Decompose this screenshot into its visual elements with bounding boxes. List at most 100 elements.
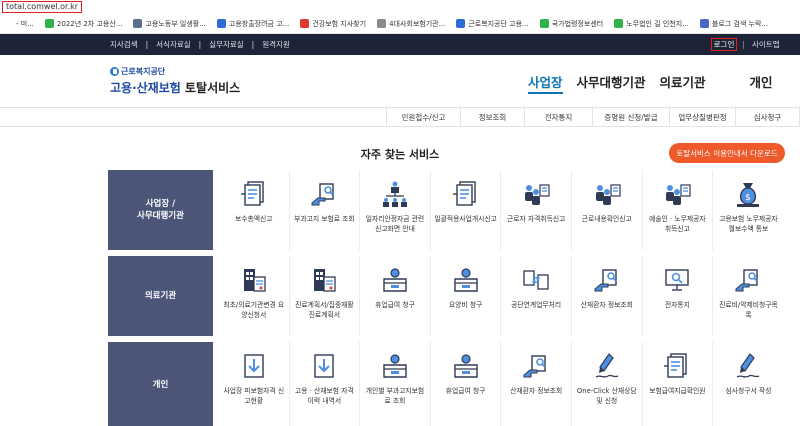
hand-search-icon xyxy=(733,265,763,295)
bookmark-label: 고용노동부 일생활... xyxy=(145,19,206,28)
service-item[interactable]: 보험급여지급확인원 xyxy=(643,342,714,426)
bookmark-label: 노무법인 길 인천지... xyxy=(626,19,689,28)
coin-box-icon xyxy=(451,265,481,295)
service-label: 일자리안정자금 관련 신고화면 안내 xyxy=(365,215,425,233)
service-item[interactable]: 최초/의료기관변경 요양신청서 xyxy=(219,256,290,336)
document-exchange-icon xyxy=(521,265,551,295)
bookmark-favicon-icon xyxy=(44,19,54,28)
bookmark-item[interactable]: 근로복지공단 고용... xyxy=(456,19,529,29)
bookmark-label: 근로복지공단 고용... xyxy=(468,19,529,28)
divider: | xyxy=(198,40,202,49)
bookmarks-bar: - 미... 2022년 2차 고용산... 고용노동부 일생활... 고용창출장려금… xyxy=(0,14,800,34)
service-item[interactable]: $ 고용보험 노무제공자 월보수액 통보 xyxy=(713,170,784,250)
bookmark-item[interactable]: 노무법인 길 인천지... xyxy=(614,19,689,29)
service-item[interactable]: 예술인 · 노무제공자 취득신고 xyxy=(643,170,714,250)
utility-link[interactable]: 실무자료실 xyxy=(209,39,244,50)
bookmark-favicon-icon xyxy=(300,19,310,28)
bookmark-label: 2022년 2차 고용산... xyxy=(56,19,123,28)
submenu-e-notice[interactable]: 전자통지 xyxy=(524,108,592,127)
service-label: 공단연계업무처리 xyxy=(511,301,562,309)
submenu-review-request[interactable]: 심사청구 xyxy=(735,108,800,127)
download-document-icon xyxy=(309,351,339,381)
utility-link[interactable]: 지사검색 xyxy=(110,39,138,50)
document-list-icon xyxy=(662,351,692,381)
coin-box-icon xyxy=(380,265,410,295)
service-item[interactable]: 사업장 피보험자격 신고현황 xyxy=(219,342,290,426)
guide-download-button[interactable]: 토탈서비스 이용안내서 다운로드 xyxy=(669,143,785,163)
service-item[interactable]: 부과고지 보험료 조회 xyxy=(290,170,361,250)
service-label: 산재환자 정보조회 xyxy=(580,301,633,309)
service-item[interactable]: 휴업급여 청구 xyxy=(431,342,502,426)
submenu-civil-petition[interactable]: 민원접수/신고 xyxy=(386,108,460,127)
building-form-icon xyxy=(239,265,269,295)
service-item[interactable]: 심사청구서 작성 xyxy=(713,342,784,426)
tab-medical[interactable]: 의료기관 xyxy=(660,72,706,94)
bookmark-item[interactable]: 블로그 검색 누락... xyxy=(699,19,769,29)
browser-address-bar[interactable]: total.comwel.or.kr xyxy=(0,0,800,14)
service-item[interactable]: 일괄적용사업개시신고 xyxy=(431,170,502,250)
service-item[interactable]: 진료비/약제비청구목록 xyxy=(713,256,784,336)
service-label: 진료비/약제비청구목록 xyxy=(719,301,778,319)
utility-link[interactable]: 서식자료실 xyxy=(156,39,191,50)
service-label: 일괄적용사업개시신고 xyxy=(434,215,497,223)
hand-search-icon xyxy=(592,265,622,295)
bookmark-item[interactable]: 4대사회보험기관... xyxy=(377,19,445,29)
service-label: 부과고지 보험료 조회 xyxy=(294,215,355,223)
service-label: 최초/의료기관변경 요양신청서 xyxy=(223,301,285,319)
bookmark-item[interactable]: 국가법령정보센터 xyxy=(539,19,604,29)
service-item[interactable]: 산재환자 정보조회 xyxy=(572,256,643,336)
organization-chart-icon xyxy=(380,179,410,209)
service-item[interactable]: 공단연계업무처리 xyxy=(501,256,572,336)
login-button[interactable]: 로그인 xyxy=(711,38,737,51)
tab-individual[interactable]: 개인 xyxy=(750,72,773,94)
sitemap-link[interactable]: 사이트맵 xyxy=(752,39,780,50)
service-item[interactable]: 근로자 자격취득신고 xyxy=(501,170,572,250)
service-label: 요양비 청구 xyxy=(448,301,483,309)
bookmark-item[interactable]: 2022년 2차 고용산... xyxy=(44,19,123,29)
service-label: 개인별 부과고지보험료 조회 xyxy=(365,387,425,405)
service-item[interactable]: One-Click 산재상담 및 신청 xyxy=(572,342,643,426)
bookmark-item[interactable]: 고용노동부 일생활... xyxy=(133,19,206,29)
service-label: 전자통지 xyxy=(664,301,690,309)
bookmark-favicon-icon xyxy=(216,19,226,28)
service-item[interactable]: 요양비 청구 xyxy=(431,256,502,336)
divider: | xyxy=(145,40,149,49)
service-item[interactable]: 고용 · 산재보험 자격 이력 내역서 xyxy=(290,342,361,426)
service-item[interactable]: 휴업급여 청구 xyxy=(360,256,431,336)
people-register-icon xyxy=(521,179,551,209)
service-item[interactable]: 진료계획서/집중재활진료계획서 xyxy=(290,256,361,336)
bookmark-item[interactable]: - 미... xyxy=(4,19,34,29)
hand-search-icon xyxy=(309,179,339,209)
bookmark-item[interactable]: 고용창출장려금 고... xyxy=(216,19,289,29)
service-label: 보수총액신고 xyxy=(235,215,273,223)
service-item[interactable]: 일자리안정자금 관련 신고화면 안내 xyxy=(360,170,431,250)
bookmark-item[interactable]: 건강보험 지사찾기 xyxy=(300,19,366,29)
submenu-disease-judgment[interactable]: 업무상질병판정 xyxy=(669,108,735,127)
comwel-logo-icon xyxy=(110,67,119,76)
tab-agency[interactable]: 사무대행기관 xyxy=(577,72,646,94)
submenu-certificate[interactable]: 증명원 신청/발급 xyxy=(592,108,669,127)
bookmark-favicon-icon xyxy=(699,19,709,28)
submenu-info-inquiry[interactable]: 정보조회 xyxy=(460,108,524,127)
org-name: 근로복지공단 xyxy=(110,66,240,77)
site-logo[interactable]: 근로복지공단 고용·산재보험 토탈서비스 xyxy=(110,66,240,96)
service-item[interactable]: 근로내용확인신고 xyxy=(572,170,643,250)
service-label: 근로자 자격취득신고 xyxy=(506,215,566,223)
service-item[interactable]: 전자통지 xyxy=(643,256,714,336)
pen-sign-icon xyxy=(592,351,622,381)
bookmark-favicon-icon xyxy=(539,19,549,28)
service-item[interactable]: 보수총액신고 xyxy=(219,170,290,250)
document-list-icon xyxy=(239,179,269,209)
service-label: 심사청구서 작성 xyxy=(725,387,772,395)
bookmark-favicon-icon xyxy=(456,19,466,28)
bookmark-label: 블로그 검색 누락... xyxy=(711,19,769,28)
bookmark-label: 국가법령정보센터 xyxy=(551,19,604,28)
service-item[interactable]: 개인별 부과고지보험료 조회 xyxy=(360,342,431,426)
url-text[interactable]: total.comwel.or.kr xyxy=(2,1,83,13)
tab-workplace[interactable]: 사업장 xyxy=(528,72,563,94)
people-register-icon xyxy=(662,179,692,209)
service-item[interactable]: 산재환자 정보조회 xyxy=(501,342,572,426)
svg-text:$: $ xyxy=(746,193,752,203)
utility-link[interactable]: 원격지원 xyxy=(262,39,290,50)
service-label: 고용보험 노무제공자 월보수액 통보 xyxy=(719,215,778,233)
